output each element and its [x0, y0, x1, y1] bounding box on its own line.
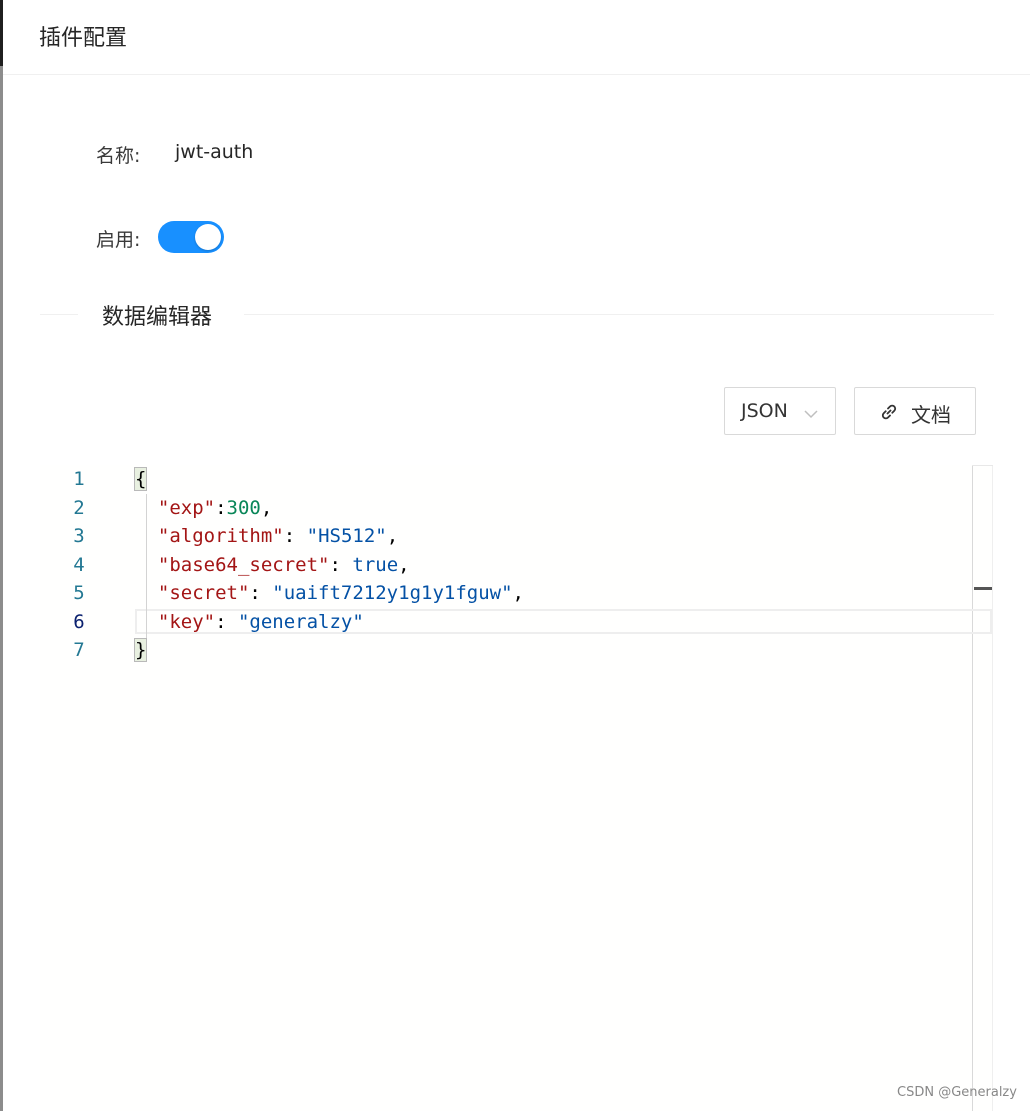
switch-knob — [195, 224, 221, 250]
code-token-key: "key" — [157, 611, 216, 633]
code-token-bracket: { — [133, 467, 148, 491]
window-left-edge — [0, 0, 3, 1111]
drawer-header: 插件配置 — [3, 0, 1030, 75]
code-token-punc: : — [215, 611, 238, 633]
code-token-punc: : — [249, 582, 273, 604]
code-token-bracket: } — [133, 638, 148, 662]
page-title: 插件配置 — [39, 26, 128, 51]
code-line[interactable]: "key": "generalzy" — [135, 608, 364, 636]
line-number: 4 — [73, 554, 85, 576]
code-token-punc: , — [398, 554, 410, 576]
editor-overview-ruler-border — [972, 465, 973, 1111]
name-label: 名称: — [96, 145, 141, 167]
code-token-punc: : — [329, 554, 353, 576]
code-token-punc: : — [283, 525, 307, 547]
code-token-punc — [135, 582, 158, 604]
code-token-punc — [135, 497, 158, 519]
link-icon — [879, 402, 899, 426]
line-number: 2 — [73, 497, 85, 519]
code-line[interactable]: "secret": "uaift7212y1g1y1fguw", — [135, 579, 524, 607]
plugin-name-value: jwt-auth — [175, 141, 254, 163]
code-line[interactable]: "exp":300, — [135, 494, 272, 522]
enable-label: 启用: — [96, 229, 141, 251]
watermark: CSDN @Generalzy — [897, 1085, 1017, 1100]
overview-ruler-cursor-mark — [974, 587, 992, 590]
data-editor-heading: 数据编辑器 — [102, 305, 213, 330]
code-token-key: "exp" — [157, 497, 216, 519]
line-number: 3 — [73, 525, 85, 547]
divider-line-left — [40, 314, 78, 315]
code-token-str: "HS512" — [306, 525, 387, 547]
chevron-down-icon — [804, 404, 818, 423]
code-token-punc: , — [386, 525, 399, 547]
editor-right-edge — [992, 465, 993, 1111]
doc-button[interactable]: 文档 — [854, 387, 976, 435]
code-token-punc — [135, 611, 158, 633]
line-number: 6 — [73, 611, 85, 633]
code-token-punc — [135, 554, 158, 576]
line-number: 5 — [73, 582, 85, 604]
code-line[interactable]: "base64_secret": true, — [135, 551, 410, 579]
code-token-str: "uaift7212y1g1y1fguw" — [272, 582, 513, 604]
code-token-punc: : — [215, 497, 227, 519]
code-token-num: 300 — [226, 497, 261, 519]
code-token-punc: , — [512, 582, 524, 604]
code-token-key: "base64_secret" — [157, 554, 330, 576]
enable-switch[interactable] — [158, 221, 224, 253]
code-line[interactable]: { — [133, 465, 148, 493]
code-line[interactable]: } — [133, 636, 148, 664]
doc-button-label: 文档 — [911, 403, 951, 427]
code-token-punc: , — [260, 497, 273, 519]
line-number: 1 — [73, 468, 85, 490]
divider-line-right — [244, 314, 994, 315]
line-number: 7 — [73, 639, 85, 661]
code-token-key: "secret" — [157, 582, 250, 604]
code-token-bool: true — [352, 554, 399, 576]
code-token-punc — [135, 525, 158, 547]
format-select-value: JSON — [741, 400, 788, 422]
format-select[interactable]: JSON — [724, 387, 836, 435]
code-token-str: "generalzy" — [237, 611, 364, 633]
code-token-key: "algorithm" — [157, 525, 284, 547]
editor-ruler-top — [972, 465, 993, 466]
code-line[interactable]: "algorithm": "HS512", — [135, 522, 398, 550]
